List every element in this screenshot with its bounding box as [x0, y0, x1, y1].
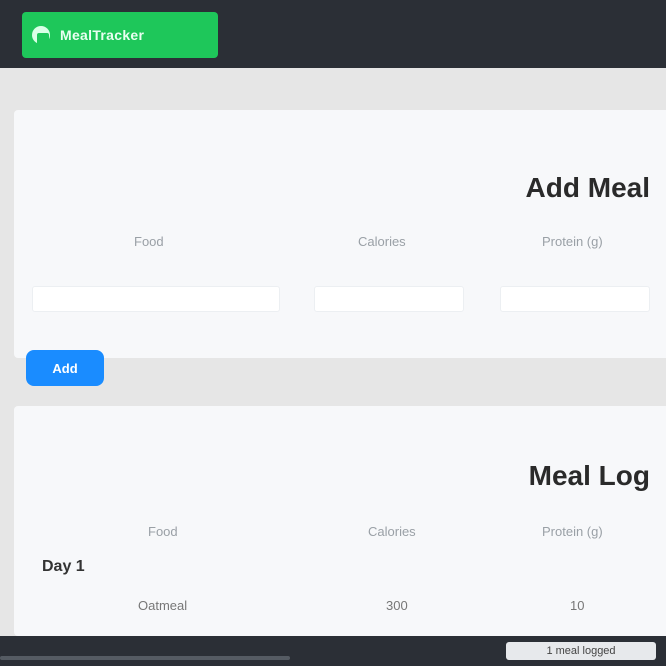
meal-log-title: Meal Log: [528, 460, 650, 491]
food-column-label: Food: [134, 234, 164, 249]
food-input[interactable]: [32, 286, 280, 312]
protein-input[interactable]: [500, 286, 650, 312]
log-row-protein: 10: [570, 598, 585, 613]
horizontal-scrollbar[interactable]: [0, 656, 290, 660]
bottom-bar: 1 meal logged: [0, 636, 666, 666]
add-meal-button[interactable]: Add: [26, 350, 104, 386]
brand-label: MealTracker: [60, 27, 145, 43]
plate-icon: [32, 26, 50, 45]
add-meal-card: Add Meal Food Calories Protein (g) Add: [14, 110, 666, 386]
log-food-column-label: Food: [148, 524, 178, 539]
log-protein-column-label: Protein (g): [542, 524, 603, 539]
protein-column-label: Protein (g): [542, 234, 603, 249]
top-bar: MealTracker: [0, 0, 666, 68]
brand-button[interactable]: MealTracker: [22, 12, 218, 58]
meal-log-card: Meal Log Food Calories Protein (g) Day 1…: [14, 406, 666, 636]
add-meal-title: Add Meal: [525, 172, 650, 203]
day-heading: Day 1: [42, 558, 85, 575]
log-row-food: Oatmeal: [138, 598, 188, 613]
main-content: Add Meal Food Calories Protein (g) Add M…: [0, 68, 666, 666]
log-calories-column-label: Calories: [368, 524, 416, 539]
status-badge: 1 meal logged: [506, 642, 656, 660]
calories-input[interactable]: [314, 286, 464, 312]
log-row-calories: 300: [386, 598, 408, 613]
calories-column-label: Calories: [358, 234, 406, 249]
